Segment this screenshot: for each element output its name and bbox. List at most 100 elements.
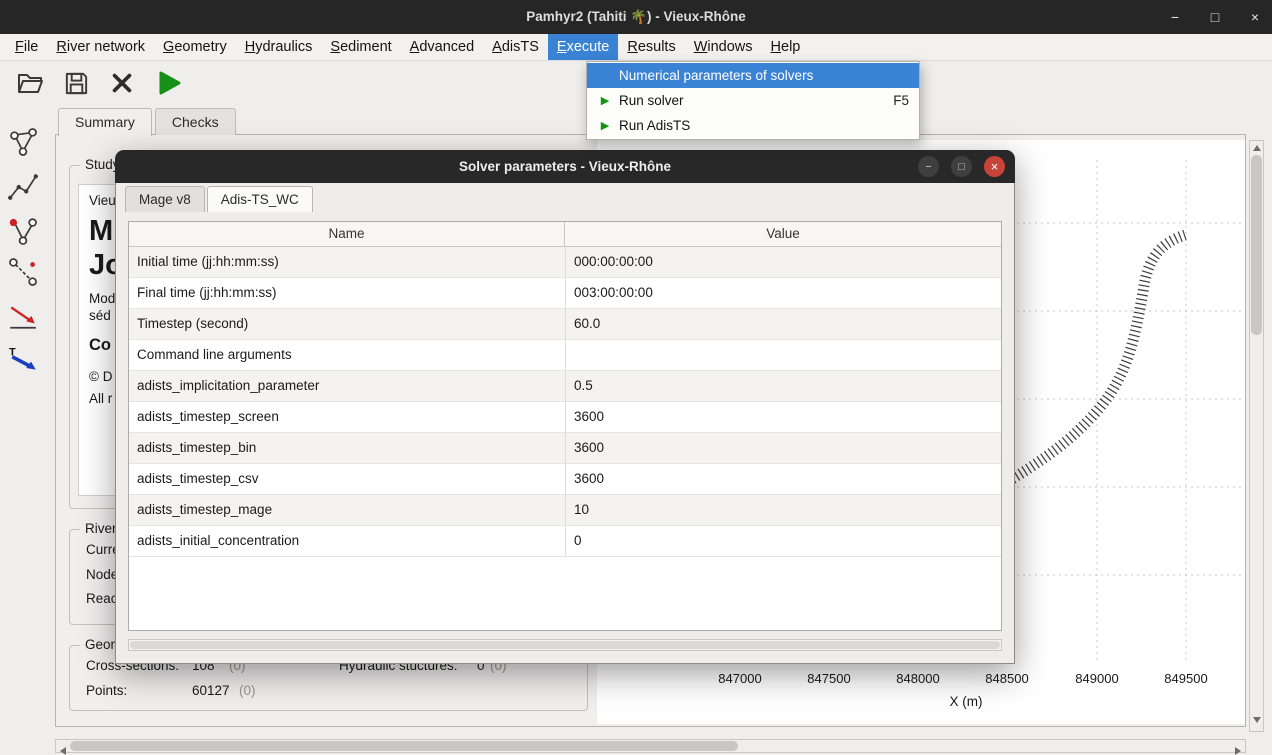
- open-icon: [16, 70, 44, 96]
- points-value: 60127: [192, 683, 230, 698]
- param-name: adists_timestep_bin: [129, 433, 565, 463]
- points-label: Points:: [86, 683, 127, 698]
- menu-river-network[interactable]: River network: [47, 34, 154, 60]
- param-name: Timestep (second): [129, 309, 565, 339]
- points-suffix: (0): [239, 683, 256, 698]
- horizontal-scrollbar[interactable]: [55, 739, 1246, 753]
- table-row[interactable]: Final time (jj:hh:mm:ss) 003:00:00:00: [129, 278, 1001, 309]
- save-button[interactable]: [60, 67, 92, 99]
- slope-icon: [7, 300, 39, 332]
- scroll-down-icon[interactable]: [1253, 717, 1261, 723]
- dialog-close-icon[interactable]: ×: [984, 156, 1005, 177]
- param-value[interactable]: 3600: [565, 433, 1001, 463]
- window-controls: − □ ×: [1166, 0, 1264, 34]
- dialog-scrollbar-thumb[interactable]: [130, 641, 1000, 649]
- maximize-icon[interactable]: □: [1206, 0, 1224, 34]
- close-study-button[interactable]: [106, 67, 138, 99]
- table-header-row: Name Value: [129, 222, 1001, 247]
- reach-button[interactable]: [7, 256, 39, 288]
- menu-item-numerical-parameters[interactable]: Numerical parameters of solvers: [587, 63, 919, 88]
- adists-button[interactable]: T: [7, 344, 39, 376]
- param-value[interactable]: 3600: [565, 402, 1001, 432]
- menu-execute[interactable]: Execute: [548, 34, 618, 60]
- main-tabbar: Summary Checks: [58, 108, 239, 135]
- dialog-minimize-icon[interactable]: −: [918, 156, 939, 177]
- param-name: adists_implicitation_parameter: [129, 371, 565, 401]
- slope-button[interactable]: [7, 300, 39, 332]
- x-tick-4: 849000: [1062, 671, 1132, 686]
- minimize-icon[interactable]: −: [1166, 0, 1184, 34]
- current-reach-button[interactable]: [7, 214, 39, 246]
- menu-windows[interactable]: Windows: [685, 34, 762, 60]
- param-value[interactable]: 60.0: [565, 309, 1001, 339]
- dialog-titlebar[interactable]: Solver parameters - Vieux-Rhône − □ ×: [115, 150, 1015, 183]
- run-icon: ▶: [597, 94, 613, 107]
- menu-item-label: Run solver: [619, 93, 684, 108]
- param-value[interactable]: 003:00:00:00: [565, 278, 1001, 308]
- dialog-controls: − □ ×: [918, 156, 1005, 177]
- table-row[interactable]: Timestep (second) 60.0: [129, 309, 1001, 340]
- table-row[interactable]: adists_timestep_screen 3600: [129, 402, 1001, 433]
- tab-summary[interactable]: Summary: [58, 108, 152, 136]
- param-value[interactable]: 0: [565, 526, 1001, 556]
- window-title: Pamhyr2 (Tahiti 🌴) - Vieux-Rhône: [526, 9, 746, 25]
- tab-checks[interactable]: Checks: [155, 108, 236, 135]
- vertical-scrollbar[interactable]: [1249, 140, 1264, 732]
- dialog-horizontal-scrollbar[interactable]: [128, 639, 1002, 651]
- menu-sediment[interactable]: Sediment: [321, 34, 400, 60]
- scroll-up-icon[interactable]: [1253, 145, 1261, 151]
- param-name: Initial time (jj:hh:mm:ss): [129, 247, 565, 277]
- param-value[interactable]: 0.5: [565, 371, 1001, 401]
- profile-button[interactable]: [7, 170, 39, 202]
- param-value[interactable]: 10: [565, 495, 1001, 525]
- param-name: adists_timestep_mage: [129, 495, 565, 525]
- horizontal-scrollbar-thumb[interactable]: [70, 741, 738, 751]
- solver-parameters-dialog: Solver parameters - Vieux-Rhône − □ × Ma…: [115, 150, 1015, 664]
- menu-item-label: Numerical parameters of solvers: [619, 68, 813, 83]
- x-tick-0: 847000: [705, 671, 775, 686]
- param-value[interactable]: 3600: [565, 464, 1001, 494]
- param-value[interactable]: [565, 340, 1001, 370]
- vertical-scrollbar-thumb[interactable]: [1251, 155, 1262, 335]
- table-row[interactable]: adists_initial_concentration 0: [129, 526, 1001, 557]
- network-button[interactable]: [7, 126, 39, 158]
- param-name: Command line arguments: [129, 340, 565, 370]
- delete-icon: [109, 70, 135, 96]
- menu-item-run-adists[interactable]: ▶ Run AdisTS: [587, 113, 919, 138]
- column-header-name[interactable]: Name: [129, 222, 565, 246]
- table-row[interactable]: adists_implicitation_parameter 0.5: [129, 371, 1001, 402]
- dialog-tabbar: Mage v8 Adis-TS_WC: [125, 186, 315, 212]
- open-button[interactable]: [14, 67, 46, 99]
- menu-results[interactable]: Results: [618, 34, 684, 60]
- menu-advanced[interactable]: Advanced: [401, 34, 484, 60]
- run-solver-button[interactable]: [152, 67, 184, 99]
- param-value[interactable]: 000:00:00:00: [565, 247, 1001, 277]
- menu-adists[interactable]: AdisTS: [483, 34, 548, 60]
- table-row[interactable]: Initial time (jj:hh:mm:ss) 000:00:00:00: [129, 247, 1001, 278]
- x-tick-1: 847500: [794, 671, 864, 686]
- tab-adis-ts-wc[interactable]: Adis-TS_WC: [207, 186, 313, 212]
- table-row[interactable]: adists_timestep_csv 3600: [129, 464, 1001, 495]
- table-row[interactable]: adists_timestep_mage 10: [129, 495, 1001, 526]
- save-icon: [63, 70, 90, 97]
- dialog-maximize-icon[interactable]: □: [951, 156, 972, 177]
- table-row[interactable]: adists_timestep_bin 3600: [129, 433, 1001, 464]
- tab-mage-v8[interactable]: Mage v8: [125, 186, 205, 212]
- param-name: adists_timestep_screen: [129, 402, 565, 432]
- close-icon[interactable]: ×: [1246, 0, 1264, 34]
- profile-icon: [7, 170, 39, 202]
- column-header-value[interactable]: Value: [565, 222, 1001, 246]
- table-row[interactable]: Command line arguments: [129, 340, 1001, 371]
- param-name: adists_timestep_csv: [129, 464, 565, 494]
- river-row-reaches: Reac: [86, 591, 118, 606]
- menu-help[interactable]: Help: [762, 34, 810, 60]
- menu-file[interactable]: File: [6, 34, 47, 60]
- menu-hydraulics[interactable]: Hydraulics: [236, 34, 322, 60]
- river-row-nodes: Node: [86, 567, 118, 582]
- execute-menu: Numerical parameters of solvers ▶ Run so…: [586, 61, 920, 140]
- menu-item-run-solver[interactable]: ▶ Run solver F5: [587, 88, 919, 113]
- param-name: adists_initial_concentration: [129, 526, 565, 556]
- menu-item-shortcut: F5: [893, 93, 909, 108]
- x-tick-5: 849500: [1151, 671, 1221, 686]
- menu-geometry[interactable]: Geometry: [154, 34, 236, 60]
